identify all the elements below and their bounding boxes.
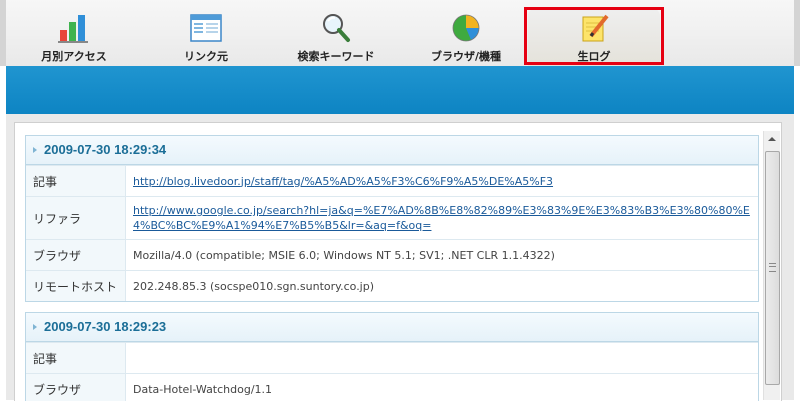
row-value: 202.248.85.3 (socspe010.sgn.suntory.co.j… bbox=[133, 279, 375, 293]
top-nav: 月別アクセス リンク元 検索キーワード ブラウザ/機種 生ログ bbox=[0, 0, 800, 66]
row-value: http://www.google.co.jp/search?hl=ja&q=%… bbox=[126, 197, 758, 239]
log-row-browser: ブラウザ Data-Hotel-Watchdog/1.1 bbox=[26, 373, 758, 401]
log-row-referrer: リファラ http://www.google.co.jp/search?hl=j… bbox=[26, 196, 758, 239]
log-entry: 2009-07-30 18:29:23 記事 ブラウザ Data-Hotel-W… bbox=[25, 312, 759, 401]
scroll-up-arrow-icon[interactable] bbox=[764, 131, 780, 147]
row-value: http://blog.livedoor.jp/staff/tag/%A5%AD… bbox=[126, 166, 758, 196]
log-row-remote-host: リモートホスト 202.248.85.3 (socspe010.sgn.sunt… bbox=[26, 270, 758, 301]
row-value: Mozilla/4.0 (compatible; MSIE 6.0; Windo… bbox=[133, 248, 555, 262]
log-entry: 2009-07-30 18:29:34 記事 http://blog.lived… bbox=[25, 135, 759, 302]
log-row-article: 記事 http://blog.livedoor.jp/staff/tag/%A5… bbox=[26, 165, 758, 196]
tab-label: リンク元 bbox=[184, 50, 228, 63]
nav-edge-left bbox=[0, 0, 6, 66]
log-entry-header[interactable]: 2009-07-30 18:29:34 bbox=[26, 136, 758, 165]
tab-search-keywords[interactable]: 検索キーワード bbox=[270, 8, 402, 66]
log-row-article: 記事 bbox=[26, 342, 758, 373]
expand-arrow-icon[interactable] bbox=[33, 147, 37, 153]
scroll-thumb[interactable] bbox=[765, 151, 780, 385]
header-band bbox=[6, 66, 794, 114]
tab-label: ブラウザ/機種 bbox=[430, 50, 502, 63]
pie-chart-icon bbox=[452, 14, 480, 42]
active-tab-highlight bbox=[524, 7, 664, 65]
log-timestamp: 2009-07-30 18:29:23 bbox=[44, 319, 167, 334]
tab-label: 検索キーワード bbox=[297, 50, 375, 63]
tab-label: 月別アクセス bbox=[41, 50, 107, 63]
vertical-scrollbar[interactable] bbox=[763, 131, 780, 400]
row-label: ブラウザ bbox=[26, 374, 126, 401]
log-entry-header[interactable]: 2009-07-30 18:29:23 bbox=[26, 313, 758, 342]
row-value: Data-Hotel-Watchdog/1.1 bbox=[133, 382, 273, 396]
row-value bbox=[126, 343, 758, 373]
magnifier-icon bbox=[323, 14, 350, 42]
log-panel: 2009-07-30 18:29:34 記事 http://blog.lived… bbox=[14, 122, 782, 401]
row-label: 記事 bbox=[26, 166, 126, 196]
tab-referrer[interactable]: リンク元 bbox=[140, 8, 272, 66]
tab-browser-device[interactable]: ブラウザ/機種 bbox=[400, 8, 532, 66]
referrer-link[interactable]: http://www.google.co.jp/search?hl=ja&q=%… bbox=[133, 203, 751, 233]
row-label: ブラウザ bbox=[26, 240, 126, 270]
window-list-icon bbox=[190, 14, 222, 42]
article-link[interactable]: http://blog.livedoor.jp/staff/tag/%A5%AD… bbox=[133, 174, 553, 189]
bar-chart-icon bbox=[58, 15, 88, 43]
row-label: 記事 bbox=[26, 343, 126, 373]
row-label: リファラ bbox=[26, 197, 126, 239]
expand-arrow-icon[interactable] bbox=[33, 324, 37, 330]
grip-icon bbox=[769, 263, 776, 272]
log-timestamp: 2009-07-30 18:29:34 bbox=[44, 142, 167, 157]
tab-monthly-access[interactable]: 月別アクセス bbox=[8, 8, 140, 66]
row-label: リモートホスト bbox=[26, 271, 126, 301]
log-row-browser: ブラウザ Mozilla/4.0 (compatible; MSIE 6.0; … bbox=[26, 239, 758, 270]
nav-edge-right bbox=[794, 0, 800, 66]
